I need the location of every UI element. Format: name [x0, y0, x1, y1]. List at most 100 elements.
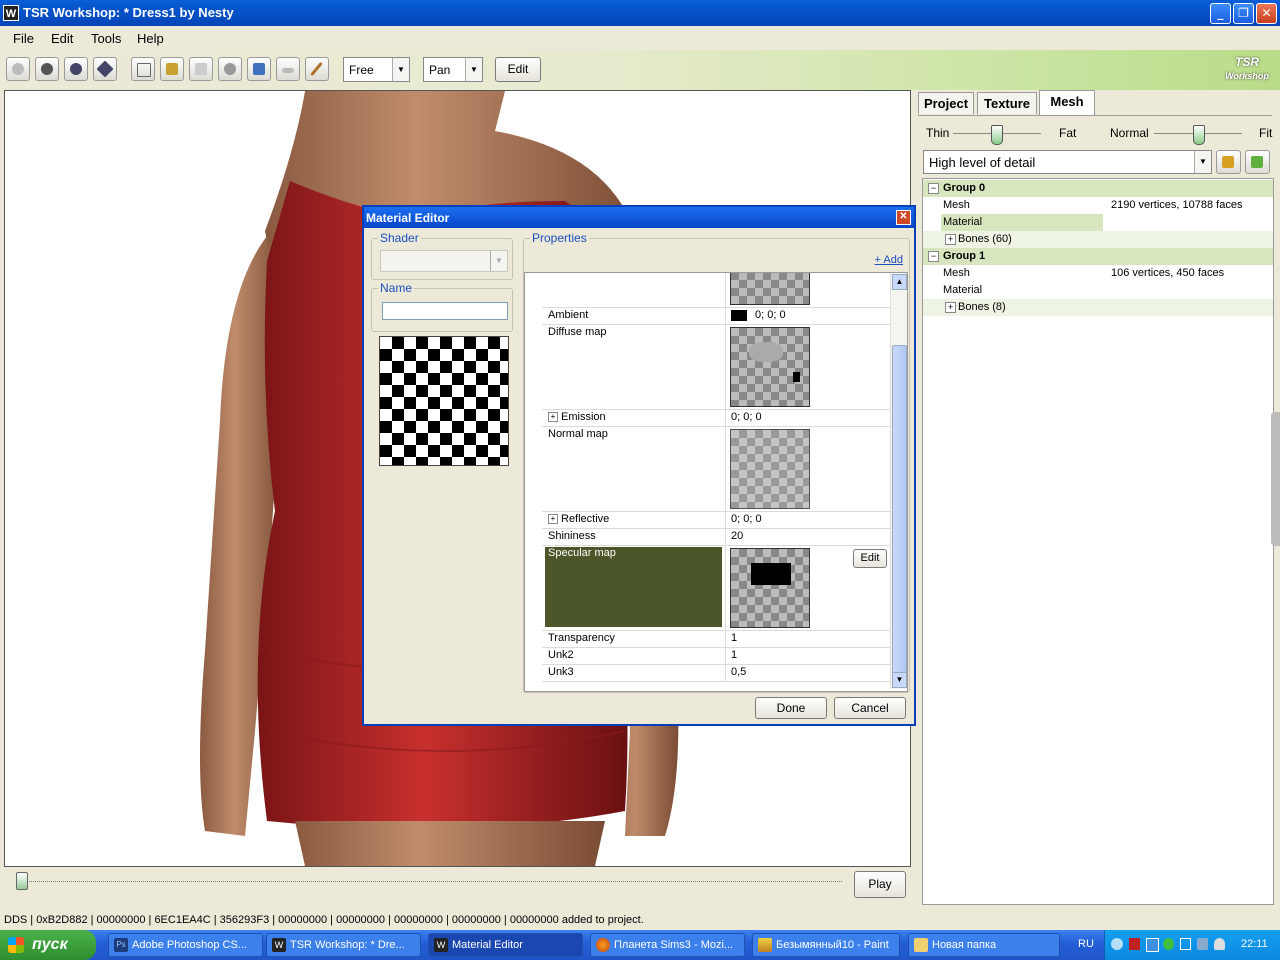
morph-icon[interactable]: [247, 57, 271, 81]
cancel-button[interactable]: Cancel: [834, 697, 906, 719]
group-1-material-row[interactable]: Material: [923, 282, 1273, 299]
slider-fat-label: Fat: [1059, 126, 1077, 140]
minimize-button[interactable]: _: [1210, 3, 1231, 24]
task-firefox[interactable]: Планета Sims3 - Mozi...: [590, 933, 745, 957]
normal-map-thumbnail[interactable]: [730, 429, 810, 509]
property-ambient-row[interactable]: Ambient 0; 0; 0: [542, 307, 891, 325]
properties-scrollbar[interactable]: ▲ ▼: [890, 273, 907, 689]
thin-fat-slider[interactable]: [991, 125, 1003, 145]
maximize-button[interactable]: ❐: [1233, 3, 1254, 24]
group-1-mesh-row[interactable]: Mesh 106 vertices, 450 faces: [923, 265, 1273, 282]
clock: 22:11: [1241, 938, 1268, 950]
wireframe-shading-icon[interactable]: [93, 57, 117, 81]
close-button[interactable]: ✕: [1256, 3, 1277, 24]
start-button[interactable]: пуск: [0, 930, 96, 960]
smooth-shading-icon[interactable]: [35, 57, 59, 81]
property-transparency-row[interactable]: Transparency 1: [542, 630, 891, 648]
specular-map-thumbnail[interactable]: [730, 548, 810, 628]
navigation-select[interactable]: Pan ▼: [423, 57, 483, 82]
property-shininess-row[interactable]: Shininess 20: [542, 528, 891, 546]
property-normal-row[interactable]: Normal map: [542, 426, 891, 512]
task-photoshop[interactable]: Ps Adobe Photoshop CS...: [108, 933, 263, 957]
group-0-mesh-row[interactable]: Mesh 2190 vertices, 10788 faces: [923, 197, 1273, 214]
group-1-row[interactable]: − Group 1: [923, 248, 1273, 265]
paint-icon: [758, 938, 772, 952]
task-material-editor[interactable]: W Material Editor: [428, 933, 583, 957]
expand-icon[interactable]: +: [945, 234, 956, 245]
flat-shading-icon[interactable]: [6, 57, 30, 81]
shader-select[interactable]: ▼: [380, 250, 508, 272]
diffuse-map-thumbnail[interactable]: [730, 327, 810, 407]
floor-icon[interactable]: [189, 57, 213, 81]
property-reflective-row[interactable]: + Reflective 0; 0; 0: [542, 511, 891, 529]
import-mesh-icon[interactable]: [1245, 150, 1270, 174]
slider-fit-label: Fit: [1259, 126, 1273, 140]
task-folder[interactable]: Новая папка: [908, 933, 1060, 957]
menu-file[interactable]: File: [13, 31, 34, 46]
collapse-icon[interactable]: −: [928, 251, 939, 262]
play-button[interactable]: Play: [854, 871, 906, 898]
tray-expand-icon[interactable]: [1111, 938, 1123, 950]
volume-tray-icon[interactable]: [1214, 938, 1225, 950]
normal-fit-slider[interactable]: [1193, 125, 1205, 145]
properties-list: Ambient 0; 0; 0 Diffuse map + Emission 0…: [524, 272, 908, 692]
property-unk3-row[interactable]: Unk3 0,5: [542, 664, 891, 682]
mode-select[interactable]: Free ▼: [343, 57, 410, 82]
bone-icon[interactable]: [305, 57, 329, 81]
slider-normal-label: Normal: [1110, 126, 1149, 140]
shoe-icon[interactable]: [276, 57, 300, 81]
menu-edit[interactable]: Edit: [51, 31, 73, 46]
group-0-material-row[interactable]: Material: [923, 214, 1273, 231]
menu-help[interactable]: Help: [137, 31, 164, 46]
material-name-input[interactable]: [382, 302, 508, 320]
property-unk2-row[interactable]: Unk2 1: [542, 647, 891, 665]
tab-texture[interactable]: Texture: [977, 92, 1037, 114]
specular-edit-button[interactable]: Edit: [853, 549, 887, 568]
firefox-icon: [596, 938, 610, 952]
windows-logo-icon: [8, 937, 24, 953]
property-diffuse-row[interactable]: Diffuse map: [542, 324, 891, 410]
group-0-row[interactable]: − Group 0: [923, 180, 1273, 197]
toolbar-edit-button[interactable]: Edit: [495, 57, 541, 82]
task-tsr-workshop[interactable]: W TSR Workshop: * Dre...: [266, 933, 421, 957]
menu-tools[interactable]: Tools: [91, 31, 121, 46]
tab-mesh[interactable]: Mesh: [1039, 90, 1095, 115]
scroll-down-icon[interactable]: ▼: [892, 672, 907, 688]
security-tray-icon[interactable]: [1163, 938, 1174, 950]
status-bar: DDS | 0xB2D882 | 00000000 | 6EC1EA4C | 3…: [0, 910, 1280, 930]
usb-tray-icon[interactable]: [1197, 938, 1208, 950]
folder-icon: [914, 938, 928, 952]
group-0-bones-row[interactable]: + Bones (60): [923, 231, 1273, 248]
dialog-close-icon[interactable]: ✕: [896, 210, 911, 225]
texture-thumbnail[interactable]: [730, 273, 810, 305]
add-property-link[interactable]: + Add: [875, 254, 903, 266]
grid-icon[interactable]: [131, 57, 155, 81]
side-panel-handle[interactable]: [1271, 412, 1280, 546]
collapse-icon[interactable]: −: [928, 183, 939, 194]
ambient-color-swatch[interactable]: [731, 310, 747, 321]
tab-project[interactable]: Project: [918, 92, 974, 114]
tsr-workshop-logo: TSR Workshop: [1225, 55, 1269, 82]
acrobat-tray-icon[interactable]: [1129, 938, 1140, 950]
textured-shading-icon[interactable]: [64, 57, 88, 81]
done-button[interactable]: Done: [755, 697, 827, 719]
export-mesh-icon[interactable]: [1216, 150, 1241, 174]
timeline-slider-thumb[interactable]: [16, 872, 28, 890]
property-specular-row[interactable]: Specular map Edit: [542, 545, 891, 631]
lod-select[interactable]: High level of detail ▼: [923, 150, 1212, 174]
task-paint[interactable]: Безымянный10 - Paint: [752, 933, 900, 957]
expand-icon[interactable]: +: [548, 514, 558, 524]
expand-icon[interactable]: +: [548, 412, 558, 422]
dialog-title: Material Editor: [366, 211, 450, 225]
group-1-bones-row[interactable]: + Bones (8): [923, 299, 1273, 316]
network-tray-icon[interactable]: [1146, 938, 1159, 952]
scroll-thumb[interactable]: [892, 345, 907, 673]
display-tray-icon[interactable]: [1180, 938, 1191, 950]
property-emission-row[interactable]: + Emission 0; 0; 0: [542, 409, 891, 427]
scroll-up-icon[interactable]: ▲: [892, 274, 907, 290]
sphere-icon[interactable]: [218, 57, 242, 81]
right-panel: Project Texture Mesh Thin Fat Normal Fit…: [918, 90, 1280, 905]
expand-icon[interactable]: +: [945, 302, 956, 313]
skeleton-icon[interactable]: [160, 57, 184, 81]
language-indicator[interactable]: RU: [1078, 938, 1094, 950]
